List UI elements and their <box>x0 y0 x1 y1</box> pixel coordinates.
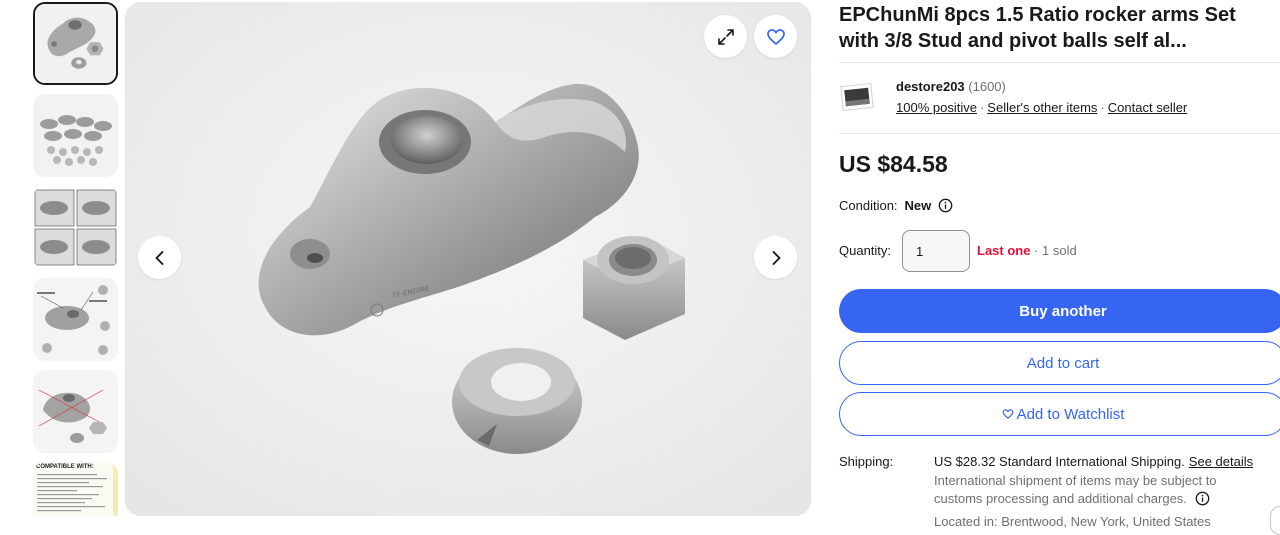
four-angles-thumb-image <box>33 186 118 269</box>
buy-another-button[interactable]: Buy another <box>839 289 1280 333</box>
last-one-badge: Last one <box>977 243 1031 258</box>
thumb-caption: COMPATIBLE WITH: <box>36 464 94 470</box>
seller-positive-link[interactable]: 100% positive <box>896 100 977 115</box>
thumbnail-6[interactable]: COMPATIBLE WITH: <box>33 462 118 516</box>
seller-name-link[interactable]: destore203 <box>896 79 965 94</box>
quantity-label: Quantity: <box>839 243 892 258</box>
item-location: Located in: Brentwood, New York, United … <box>934 514 1211 529</box>
annotated-thumb-image <box>33 278 118 361</box>
thumbnail-5[interactable] <box>33 370 118 453</box>
thumbnail-4[interactable] <box>33 278 118 361</box>
expand-icon <box>717 28 734 45</box>
condition-label: Condition: <box>839 198 898 213</box>
photo-icon <box>840 82 874 112</box>
thumbnail-1[interactable] <box>33 2 118 85</box>
product-title: EPChunMi 8pcs 1.5 Ratio rocker arms Set … <box>839 4 1236 52</box>
info-icon[interactable] <box>1195 491 1210 506</box>
seller-links: 100% positive · Seller's other items · Conta… <box>896 100 1188 115</box>
see-details-link[interactable]: See details <box>1189 454 1253 469</box>
product-photo: TF-ENGINE <box>125 2 811 516</box>
chevron-left-icon <box>155 250 163 265</box>
divider <box>839 62 1280 63</box>
expand-button[interactable] <box>704 15 747 58</box>
add-to-cart-button[interactable]: Add to cart <box>839 341 1280 385</box>
seller-other-items-link[interactable]: Seller's other items <box>987 100 1097 115</box>
shipping-summary: US $28.32 Standard International Shippin… <box>934 454 1253 469</box>
seller-feedback-count: (1600) <box>968 79 1006 94</box>
compatible-thumb-image <box>33 462 118 516</box>
prev-image-button[interactable] <box>138 236 181 279</box>
seller-avatar[interactable] <box>839 80 877 118</box>
contact-seller-link[interactable]: Contact seller <box>1108 100 1187 115</box>
watchlist-label: Add to Watchlist <box>1016 405 1125 423</box>
sold-count: · 1 sold <box>1034 243 1077 258</box>
add-to-watchlist-button[interactable]: Add to Watchlist <box>839 392 1280 436</box>
scroll-handle[interactable] <box>1270 506 1280 535</box>
seller-info: destore203 (1600) <box>896 79 1006 94</box>
main-image-viewer[interactable]: TF-ENGINE <box>125 2 811 516</box>
full-set-thumb-image <box>33 94 118 177</box>
next-image-button[interactable] <box>754 236 797 279</box>
shipping-cost: US $28.32 Standard International Shippin… <box>934 454 1185 469</box>
condition-value: New <box>904 198 932 213</box>
condition-row: Condition: New <box>839 198 953 213</box>
thumbnail-strip: COMPATIBLE WITH: <box>33 2 118 516</box>
favorite-button[interactable] <box>754 15 797 58</box>
item-price: US $84.58 <box>839 151 948 177</box>
info-icon[interactable] <box>938 198 953 213</box>
thumbnail-2[interactable] <box>33 94 118 177</box>
quantity-availability: Last one · 1 sold <box>977 243 1077 258</box>
heart-icon <box>1002 409 1013 419</box>
heart-icon <box>766 28 785 45</box>
quantity-input[interactable] <box>902 230 970 272</box>
divider <box>839 133 1280 134</box>
shipping-note: International shipment of items may be s… <box>934 472 1234 508</box>
shipping-label: Shipping: <box>839 454 894 469</box>
chevron-right-icon <box>772 250 780 265</box>
dimensions-thumb-image <box>33 370 118 453</box>
shipping-note-text: International shipment of items may be s… <box>934 473 1217 506</box>
rocker-arm-thumb-image <box>35 4 116 83</box>
thumbnail-3[interactable] <box>33 186 118 269</box>
